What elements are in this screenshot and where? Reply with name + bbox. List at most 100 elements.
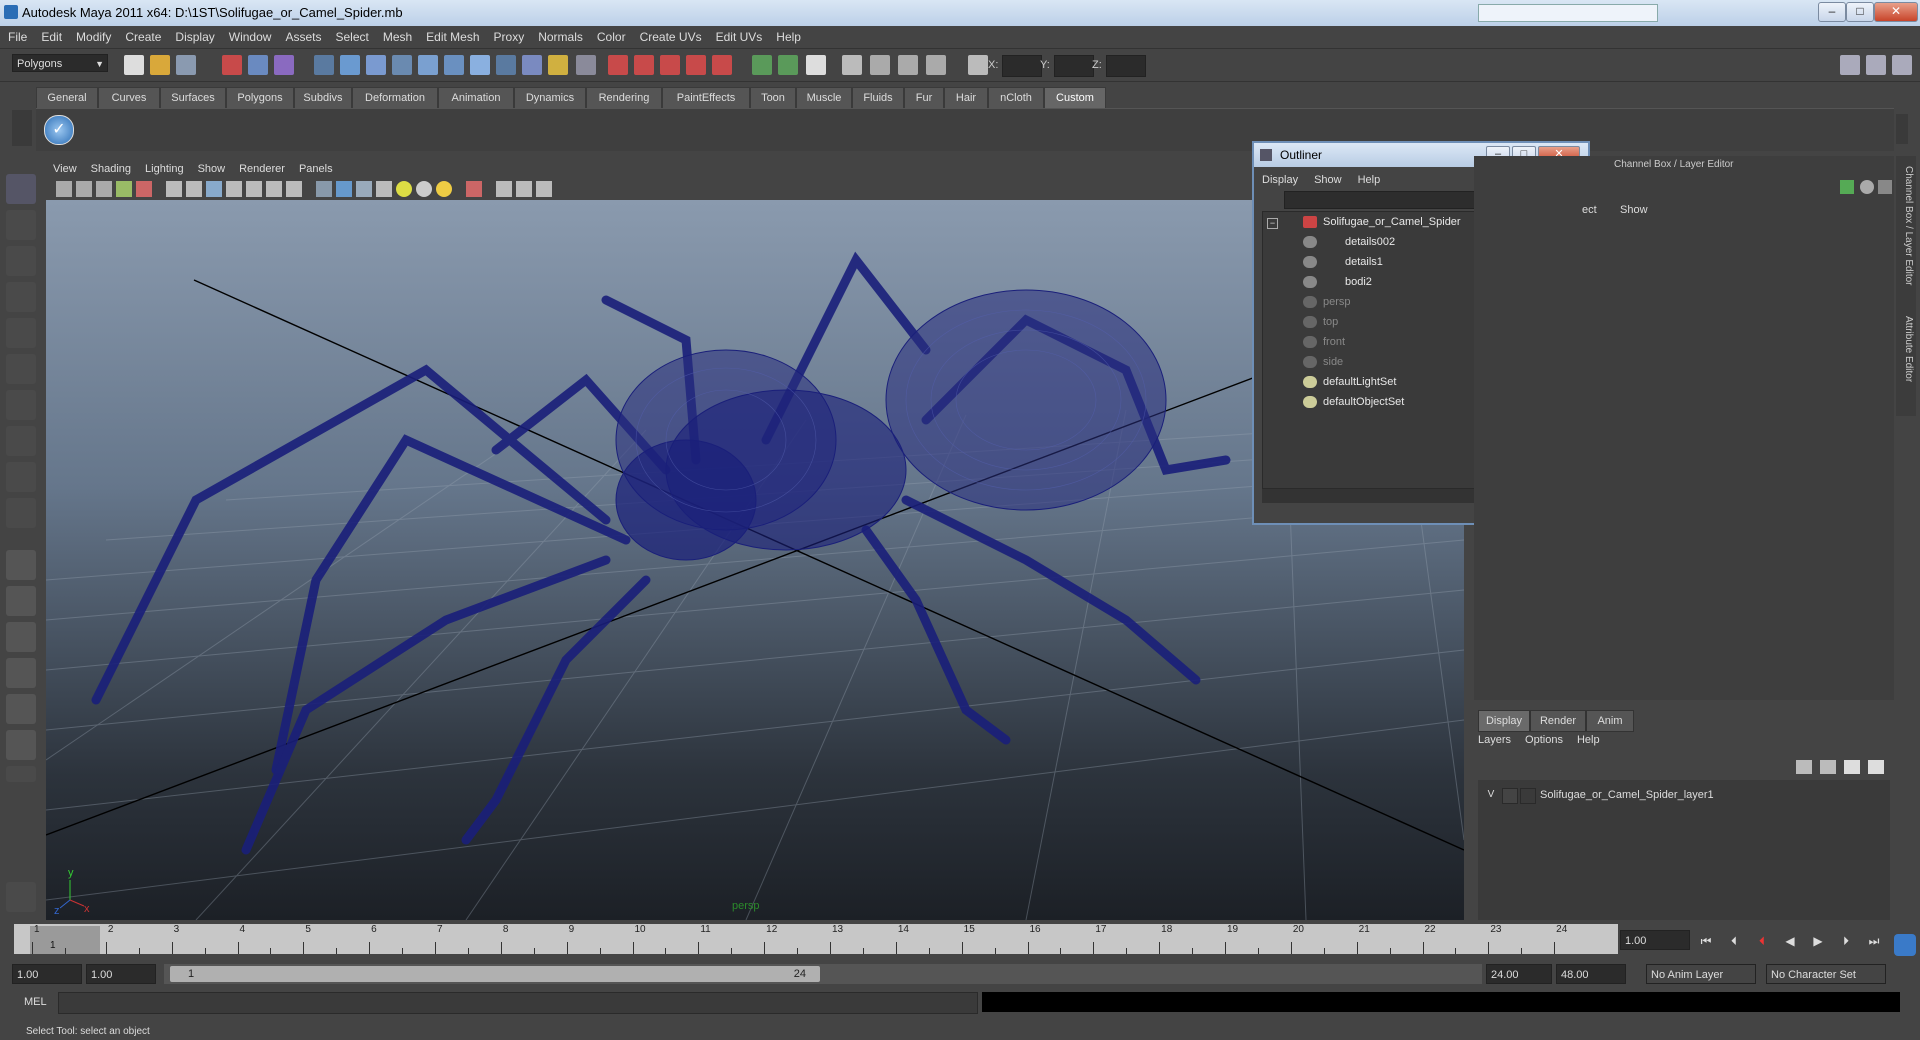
current-time-field[interactable]: 1.00 [1620,930,1690,950]
help-icon[interactable] [522,55,542,75]
outliner-menu-display[interactable]: Display [1254,170,1306,190]
snap-grid-icon[interactable] [340,55,360,75]
move-layer-down-icon[interactable] [1820,760,1836,774]
collapse-icon[interactable]: − [1267,218,1278,229]
sequence-icon[interactable] [898,55,918,75]
new-layer-icon[interactable] [1844,760,1860,774]
go-to-end-icon[interactable]: ⏭ [1864,932,1884,950]
safe-title-icon[interactable] [286,181,302,197]
command-language-label[interactable]: MEL [24,996,47,1008]
viewport-menu-lighting[interactable]: Lighting [138,160,191,178]
all-lights-icon[interactable] [416,181,432,197]
shelf-tab-deformation[interactable]: Deformation [352,87,438,108]
layer-tab-render[interactable]: Render [1530,710,1586,732]
attr-pen-icon[interactable] [1878,180,1892,194]
outliner-item[interactable]: side [1303,353,1343,371]
save-scene-icon[interactable] [176,55,196,75]
show-tool-settings-icon[interactable] [778,55,798,75]
shelf-tab-curves[interactable]: Curves [98,87,160,108]
shelf-tab-painteffects[interactable]: PaintEffects [662,87,750,108]
help-search-input[interactable] [1478,4,1658,22]
character-set-dropdown[interactable]: No Character Set [1766,964,1886,984]
wireframe-icon[interactable] [316,181,332,197]
hypershade-persp-layout-icon[interactable] [6,694,36,724]
outliner-item[interactable]: defaultObjectSet [1303,393,1404,411]
show-manipulator-icon[interactable] [6,462,36,492]
play-forwards-icon[interactable]: ▶ [1808,932,1828,950]
xray-joints-icon[interactable] [536,181,552,197]
layer-icon[interactable] [1860,180,1874,194]
layer-visibility-toggle[interactable]: V [1484,786,1498,802]
resolution-gate-icon[interactable] [206,181,222,197]
scale-tool-icon[interactable] [6,354,36,384]
close-button[interactable]: ✕ [1874,2,1918,22]
move-tool-icon[interactable] [6,282,36,312]
shelf-tab-ncloth[interactable]: nCloth [988,87,1044,108]
select-tool-icon[interactable] [6,174,36,204]
new-layer-selected-icon[interactable] [1868,760,1884,774]
outliner-item[interactable]: persp [1303,293,1351,311]
range-start-field[interactable]: 1.00 [86,964,156,984]
persp-outliner-layout-icon[interactable] [6,622,36,652]
grid-icon[interactable] [166,181,182,197]
menu-edit[interactable]: Edit [34,26,69,48]
transform-mode-icon[interactable] [926,55,946,75]
channel-box-menu-object[interactable]: ect [1582,204,1597,216]
textured-icon[interactable] [376,181,392,197]
outliner-item[interactable]: top [1303,313,1338,331]
menu-mesh[interactable]: Mesh [376,26,419,48]
input-output-icon[interactable] [576,55,596,75]
layer-tab-anim[interactable]: Anim [1586,710,1634,732]
two-d-pan-icon[interactable] [136,181,152,197]
lasso-tool-icon[interactable] [6,210,36,240]
channel-box-toggle-icon[interactable] [1892,55,1912,75]
rotate-tool-icon[interactable] [6,318,36,348]
shelf-tab-animation[interactable]: Animation [438,87,514,108]
shelf-tab-muscle[interactable]: Muscle [796,87,852,108]
end-time-field[interactable]: 48.00 [1556,964,1626,984]
checkmark-icon[interactable]: ✓ [44,115,74,145]
persp-graph-layout-icon[interactable] [6,658,36,688]
mel-toggle-icon[interactable] [6,882,36,912]
outliner-item[interactable]: details002 [1303,233,1395,251]
range-handle[interactable]: 1 24 [170,966,820,982]
outliner-item[interactable]: front [1303,333,1345,351]
snap-view-icon[interactable] [470,55,490,75]
layer-menu-help[interactable]: Help [1577,734,1600,746]
menu-color[interactable]: Color [590,26,633,48]
camera-select-icon[interactable] [56,181,72,197]
shelf-tab-custom[interactable]: Custom [1044,87,1106,108]
tool-settings-toggle-icon[interactable] [1866,55,1886,75]
snap-plane-icon[interactable] [418,55,438,75]
snap-surface-icon[interactable] [444,55,464,75]
x-field[interactable] [1002,55,1042,77]
open-scene-icon[interactable] [150,55,170,75]
show-attr-icon[interactable] [752,55,772,75]
play-backwards-icon[interactable]: ◀ [1780,932,1800,950]
shelf-tab-polygons[interactable]: Polygons [226,87,294,108]
shelf-tab-subdivs[interactable]: Subdivs [294,87,352,108]
soft-modification-icon[interactable] [6,426,36,456]
z-field[interactable] [1106,55,1146,77]
relative-transform-icon[interactable] [968,55,988,75]
paint-select-tool-icon[interactable] [6,246,36,276]
anim-layer-dropdown[interactable]: No Anim Layer [1646,964,1756,984]
shelf-scroll[interactable] [1896,114,1908,144]
layer-tab-display[interactable]: Display [1478,710,1530,732]
film-gate-icon[interactable] [186,181,202,197]
four-view-layout-icon[interactable] [6,586,36,616]
new-scene-icon[interactable] [124,55,144,75]
menu-help[interactable]: Help [769,26,808,48]
smooth-shade-icon[interactable] [336,181,352,197]
time-slider[interactable]: 1 1 2 3 4 5 6 7 8 9 10 11 12 13 14 15 16 17 18 19 20 21 22 23 2… [14,924,1618,954]
camera-attr-icon[interactable] [76,181,92,197]
layer-menu-options[interactable]: Options [1525,734,1563,746]
step-back-frame-icon[interactable]: ⏴ [1752,932,1772,950]
xray-icon[interactable] [496,181,512,197]
menu-normals[interactable]: Normals [531,26,590,48]
outliner-item[interactable]: bodi2 [1303,273,1372,291]
key-icon[interactable] [1894,934,1916,956]
select-object-icon[interactable] [248,55,268,75]
shelf-tab-surfaces[interactable]: Surfaces [160,87,226,108]
layer-color-swatch[interactable] [1520,788,1536,804]
